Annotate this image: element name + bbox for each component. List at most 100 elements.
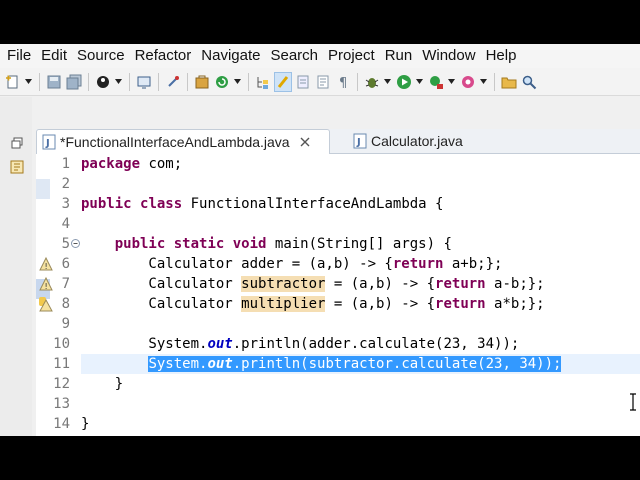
warning-marker-icon[interactable]: ! <box>39 276 53 292</box>
save-all-icon[interactable] <box>65 72 83 92</box>
code-line: 5 public static void main(String[] args)… <box>36 234 640 254</box>
close-tab-icon[interactable] <box>298 135 312 149</box>
toolbar-separator <box>187 72 188 91</box>
tab-label: Calculator.java <box>371 133 463 149</box>
code-line: 10 System.out.println(adder.calculate(23… <box>36 334 640 354</box>
menu-file[interactable]: File <box>0 44 36 68</box>
toolbar-separator <box>494 72 495 91</box>
toolbar-separator <box>158 72 159 91</box>
search-icon[interactable] <box>520 72 538 92</box>
code-text: package com; <box>81 156 183 172</box>
code-line: 9 <box>36 314 640 334</box>
highlight-icon[interactable] <box>274 71 292 92</box>
line-number: 12 <box>53 376 70 392</box>
java-file-icon: J <box>42 134 56 150</box>
line-number: 3 <box>61 196 70 212</box>
code-line: 12 } <box>36 374 640 394</box>
debug-dropdown-icon[interactable] <box>383 72 391 92</box>
code-text: System.out.println(adder.calculate(23, 3… <box>81 336 520 352</box>
menu-search[interactable]: Search <box>265 44 323 68</box>
code-line: 8 Calculator multiplier = (a,b) -> {retu… <box>36 294 640 314</box>
line-number: 14 <box>53 416 70 432</box>
new-icon[interactable] <box>4 72 22 92</box>
tab-label: *FunctionalInterfaceAndLambda.java <box>60 134 290 150</box>
pin-icon[interactable] <box>164 72 182 92</box>
console-icon[interactable] <box>135 72 153 92</box>
external-tools-icon[interactable] <box>427 72 445 92</box>
code-line: 1 package com; <box>36 154 640 174</box>
line-number: 13 <box>53 396 70 412</box>
pilcrow-icon[interactable]: ¶ <box>334 72 352 92</box>
package-explorer-icon[interactable] <box>9 159 25 175</box>
svg-text:!: ! <box>45 282 48 291</box>
line-number: 9 <box>61 316 70 332</box>
toolbar-separator <box>129 72 130 91</box>
svg-text:J: J <box>45 138 50 149</box>
code-text: Calculator multiplier = (a,b) -> {return… <box>81 296 545 312</box>
menu-navigate[interactable]: Navigate <box>196 44 265 68</box>
code-editor[interactable]: 1 package com; 2 3 public class Function… <box>36 154 640 436</box>
menu-window[interactable]: Window <box>417 44 480 68</box>
open-type-icon[interactable] <box>459 72 477 92</box>
quick-fix-warning-icon[interactable] <box>39 296 53 312</box>
eclipse-window: File Edit Source Refactor Navigate Searc… <box>0 44 640 436</box>
svg-text:¶: ¶ <box>339 76 347 90</box>
left-trim-bar <box>0 97 32 436</box>
toolbar-separator <box>39 72 40 91</box>
code-text: Calculator subtractor = (a,b) -> {return… <box>81 276 545 292</box>
line-number: 11 <box>53 356 70 372</box>
mark-occurrences-icon[interactable] <box>294 72 312 92</box>
restore-icon[interactable] <box>9 135 25 151</box>
open-type-dropdown-icon[interactable] <box>479 72 487 92</box>
warning-marker-icon[interactable]: ! <box>39 256 53 272</box>
line-number: 2 <box>61 176 70 192</box>
java-file-icon: J <box>353 133 367 149</box>
main-toolbar: ¶ <box>0 68 640 96</box>
menu-source[interactable]: Source <box>72 44 130 68</box>
tab-functional-interface-and-lambda[interactable]: J *FunctionalInterfaceAndLambda.java <box>36 129 330 154</box>
toolbar-separator <box>248 72 249 91</box>
hierarchy-icon[interactable] <box>254 72 272 92</box>
person-dropdown-icon[interactable] <box>114 72 122 92</box>
code-line: 13 <box>36 394 640 414</box>
debug-icon[interactable] <box>363 72 381 92</box>
toolbar-separator <box>88 72 89 91</box>
toolbar-separator <box>357 72 358 91</box>
code-text: Calculator adder = (a,b) -> {return a+b;… <box>81 256 503 272</box>
folder-icon[interactable] <box>500 72 518 92</box>
menu-edit[interactable]: Edit <box>36 44 72 68</box>
editor-tab-bar: J *FunctionalInterfaceAndLambda.java J C… <box>36 129 640 154</box>
run-dropdown-icon[interactable] <box>415 72 423 92</box>
run-icon[interactable] <box>395 72 413 92</box>
line-number: 5 <box>61 236 70 252</box>
code-line: 14 } <box>36 414 640 434</box>
line-number: 4 <box>61 216 70 232</box>
edit-icon[interactable] <box>314 72 332 92</box>
code-text-selected: System.out.println(subtractor.calculate(… <box>148 356 562 372</box>
build-icon[interactable] <box>193 72 211 92</box>
refresh-dropdown-icon[interactable] <box>233 72 241 92</box>
menu-bar: File Edit Source Refactor Navigate Searc… <box>0 44 640 68</box>
code-line: 2 <box>36 174 640 194</box>
code-line: 4 <box>36 214 640 234</box>
code-text: public class FunctionalInterfaceAndLambd… <box>81 196 444 212</box>
fold-collapse-icon[interactable] <box>71 239 80 248</box>
save-icon[interactable] <box>45 72 63 92</box>
tab-calculator[interactable]: J Calculator.java <box>348 129 463 153</box>
text-cursor-icon <box>630 393 636 411</box>
line-number: 1 <box>61 156 70 172</box>
code-line: 6 ! Calculator adder = (a,b) -> {return … <box>36 254 640 274</box>
line-number: 10 <box>53 336 70 352</box>
external-tools-dropdown-icon[interactable] <box>447 72 455 92</box>
svg-text:J: J <box>356 137 361 148</box>
menu-project[interactable]: Project <box>323 44 380 68</box>
code-line: 3 public class FunctionalInterfaceAndLam… <box>36 194 640 214</box>
code-text: } <box>81 416 90 432</box>
debug-person-icon[interactable] <box>94 72 112 92</box>
menu-refactor[interactable]: Refactor <box>130 44 197 68</box>
new-dropdown-icon[interactable] <box>24 72 32 92</box>
code-text: public static void main(String[] args) { <box>114 236 452 252</box>
refresh-icon[interactable] <box>213 72 231 92</box>
menu-run[interactable]: Run <box>380 44 418 68</box>
menu-help[interactable]: Help <box>481 44 522 68</box>
